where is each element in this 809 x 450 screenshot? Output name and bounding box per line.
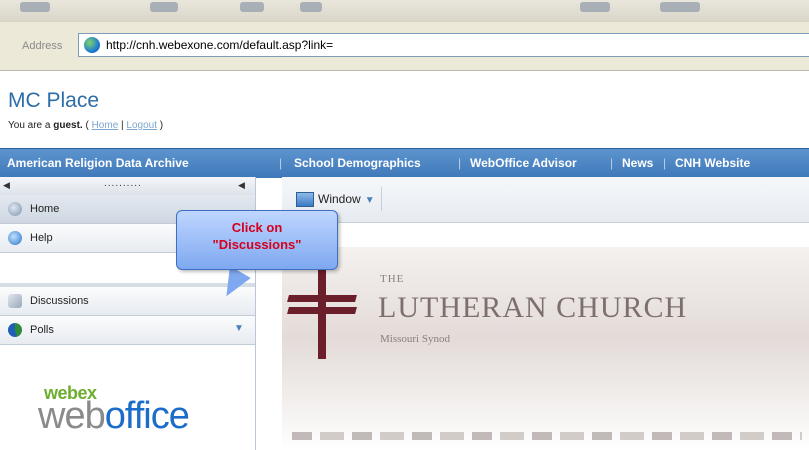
guest-paren-close: ) (157, 120, 164, 131)
address-url[interactable]: http://cnh.webexone.com/default.asp?link… (106, 38, 333, 52)
banner-church-name: LUTHERAN CHURCH (378, 291, 688, 324)
logo-office: office (104, 395, 190, 437)
browser-toolbar (0, 0, 809, 23)
callout-text: Click on "Discussions" (177, 219, 337, 253)
toolbar-button-blob[interactable] (300, 2, 322, 12)
sidebar-header[interactable]: ◀ .......... ◀ (0, 177, 255, 196)
sidebar-item-label: Polls (30, 324, 54, 336)
logo-web: web (38, 395, 106, 437)
nav-news[interactable]: News (622, 156, 653, 170)
globe-icon (84, 37, 100, 53)
guest-paren-open: ( (82, 120, 92, 131)
discussions-icon (8, 294, 22, 308)
toolbar-button-blob[interactable] (660, 2, 700, 12)
toolbar-button-blob[interactable] (150, 2, 178, 12)
nav-separator: | (663, 156, 667, 170)
weboffice-logo: weboffice (38, 395, 190, 438)
guest-prefix: You are a (8, 120, 54, 131)
window-menu-button[interactable]: Window ▼ (288, 187, 382, 211)
banner-the: THE (380, 273, 405, 285)
nav-weboffice-advisor[interactable]: WebOffice Advisor (470, 156, 577, 170)
polls-icon (8, 323, 22, 337)
cross-logo-bar (287, 295, 357, 302)
window-toolbar: Window ▼ (282, 177, 809, 223)
main-content: Window ▼ THE LUTHERAN CHURCH Missouri Syn… (282, 177, 809, 450)
page-header: MC Place You are a guest. ( Home | Logou… (0, 71, 809, 148)
help-icon (8, 231, 22, 245)
sidebar-grip[interactable]: .......... (104, 178, 142, 189)
address-bar: Address http://cnh.webexone.com/default.… (0, 22, 809, 71)
callout-line-1: Click on (231, 220, 283, 235)
logout-link[interactable]: Logout (126, 120, 157, 131)
sidebar-item-polls[interactable]: Polls ▼ (0, 316, 255, 345)
guest-status: You are a guest. ( Home | Logout ) (8, 120, 163, 131)
church-banner: THE LUTHERAN CHURCH Missouri Synod (282, 247, 809, 450)
window-button-label: Window (318, 192, 361, 206)
collapse-left-icon[interactable]: ◀ (3, 180, 10, 191)
nav-american-religion-data-archive[interactable]: American Religion Data Archive (7, 156, 189, 170)
nav-separator: | (279, 156, 283, 170)
site-title: MC Place (8, 89, 100, 112)
sidebar-item-discussions[interactable]: Discussions (0, 287, 255, 316)
toolbar-button-blob[interactable] (20, 2, 50, 12)
collapse-right-icon[interactable]: ◀ (238, 180, 245, 191)
chevron-down-icon[interactable]: ▼ (234, 323, 244, 334)
sidebar-item-label: Discussions (30, 295, 89, 307)
instruction-callout: Click on "Discussions" (176, 210, 338, 270)
window-icon (296, 192, 314, 207)
address-field[interactable]: http://cnh.webexone.com/default.asp?link… (78, 33, 809, 57)
sidebar-item-label: Home (30, 203, 60, 215)
cross-logo-bar (287, 307, 357, 314)
top-navbar: American Religion Data Archive | School … (0, 148, 809, 178)
callout-line-2: "Discussions" (212, 237, 302, 252)
chevron-down-icon: ▼ (364, 195, 375, 206)
guest-word: guest. (53, 120, 83, 131)
sidebar-item-label: Help (30, 232, 53, 244)
address-label: Address (22, 40, 63, 52)
home-icon (8, 202, 22, 216)
banner-synod: Missouri Synod (380, 333, 450, 345)
nav-separator: | (458, 156, 462, 170)
banner-decoration (292, 432, 802, 440)
toolbar-button-blob[interactable] (240, 2, 264, 12)
nav-school-demographics[interactable]: School Demographics (294, 156, 421, 170)
nav-cnh-website[interactable]: CNH Website (675, 156, 750, 170)
toolbar-button-blob[interactable] (580, 2, 610, 12)
home-link[interactable]: Home (92, 120, 119, 131)
nav-separator: | (610, 156, 614, 170)
